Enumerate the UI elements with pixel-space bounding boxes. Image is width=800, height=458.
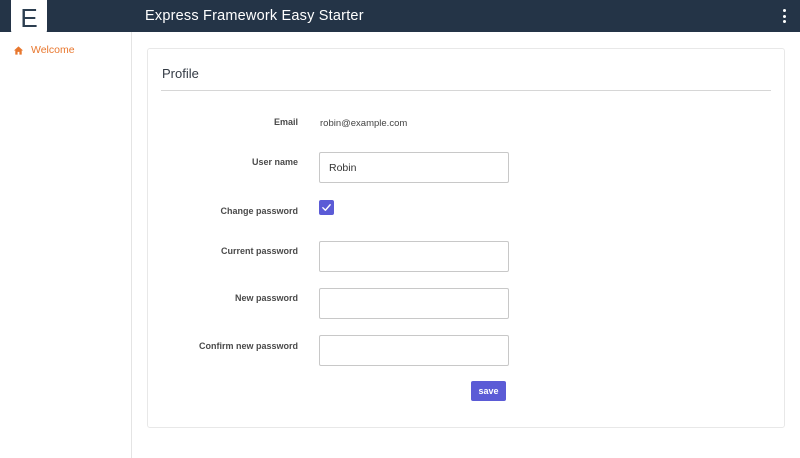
- top-app-bar: E Express Framework Easy Starter: [0, 0, 800, 36]
- email-value: robin@example.com: [320, 118, 408, 129]
- checkmark-icon: [322, 204, 331, 211]
- email-label: Email: [273, 117, 298, 127]
- card-divider: [161, 90, 771, 91]
- confirm-password-input[interactable]: [319, 335, 509, 366]
- save-button[interactable]: save: [471, 381, 506, 401]
- app-title: Express Framework Easy Starter: [145, 8, 364, 24]
- change-password-label: Change password: [220, 206, 298, 216]
- profile-card: Profile Email robin@example.com User nam…: [147, 48, 785, 428]
- main-content: Profile Email robin@example.com User nam…: [132, 32, 800, 458]
- menu-dot: [782, 14, 786, 18]
- app-logo[interactable]: E: [11, 0, 47, 36]
- new-password-label: New password: [234, 293, 298, 303]
- card-title: Profile: [162, 66, 199, 81]
- sidebar-item-welcome[interactable]: Welcome: [13, 44, 75, 56]
- current-password-label: Current password: [220, 246, 298, 256]
- username-label: User name: [251, 157, 298, 167]
- username-input[interactable]: [319, 152, 509, 183]
- menu-dot: [782, 20, 786, 23]
- change-password-checkbox[interactable]: [319, 200, 334, 215]
- current-password-input[interactable]: [319, 241, 509, 272]
- sidebar: Welcome: [0, 32, 132, 458]
- home-icon: [13, 45, 24, 55]
- confirm-password-label: Confirm new password: [198, 341, 298, 351]
- kebab-menu-icon[interactable]: [778, 9, 790, 23]
- sidebar-item-label: Welcome: [31, 44, 75, 56]
- new-password-input[interactable]: [319, 288, 509, 319]
- menu-dot: [782, 9, 786, 12]
